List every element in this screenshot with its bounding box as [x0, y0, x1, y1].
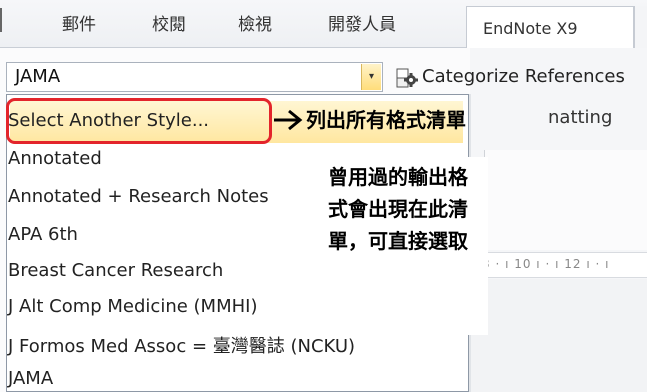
tab-mailings[interactable]: 郵件 [62, 10, 96, 35]
ruler: 3 · ı 10 ı · ı 12 ı · ı [470, 252, 647, 278]
categorize-references-label: Categorize References [422, 66, 625, 87]
tab-view[interactable]: 檢視 [238, 10, 272, 35]
annotation-history-text: 曾用過的輸出格式會出現在此清單，可直接選取 [328, 165, 468, 253]
style-item[interactable]: Breast Cancer Research [8, 260, 223, 281]
highlight-box [6, 98, 272, 144]
right-arrow-icon [274, 109, 303, 131]
tab-endnote-label: EndNote X9 [483, 19, 578, 38]
tab-bar-edge [634, 6, 647, 48]
formatting-group-label[interactable]: natting [548, 107, 612, 128]
tab-review[interactable]: 校閱 [152, 10, 186, 35]
annotation-history-box: 曾用過的輸出格式會出現在此清單，可直接選取 [322, 157, 488, 335]
ruler-ticks: 3 · ı 10 ı · ı 12 ı · ı [482, 257, 610, 271]
tab-endnote[interactable]: EndNote X9 [466, 6, 634, 50]
page-area [470, 279, 647, 392]
chevron-down-icon[interactable]: ▾ [361, 64, 381, 90]
style-item[interactable]: Annotated [8, 148, 102, 169]
style-item[interactable]: JAMA [8, 368, 53, 389]
categorize-gear-icon [396, 68, 418, 88]
style-item[interactable]: J Alt Comp Medicine (MMHI) [8, 296, 257, 317]
ribbon-tab-bar: 郵件 校閱 檢視 開發人員 EndNote X9 [0, 0, 647, 50]
style-item[interactable]: Annotated + Research Notes [8, 186, 269, 207]
output-style-combo[interactable]: JAMA ▾ [6, 62, 383, 92]
document-area [484, 150, 647, 250]
output-style-value: JAMA [15, 66, 61, 87]
annotation-select-style: 列出所有格式清單 [306, 108, 466, 132]
style-item[interactable]: APA 6th [8, 224, 78, 245]
style-item[interactable]: J Formos Med Assoc = 臺灣醫誌 (NCKU) [8, 332, 355, 358]
tab-developer[interactable]: 開發人員 [328, 10, 396, 35]
tab-separator [0, 8, 2, 32]
categorize-references-button[interactable]: Categorize References [396, 66, 647, 92]
